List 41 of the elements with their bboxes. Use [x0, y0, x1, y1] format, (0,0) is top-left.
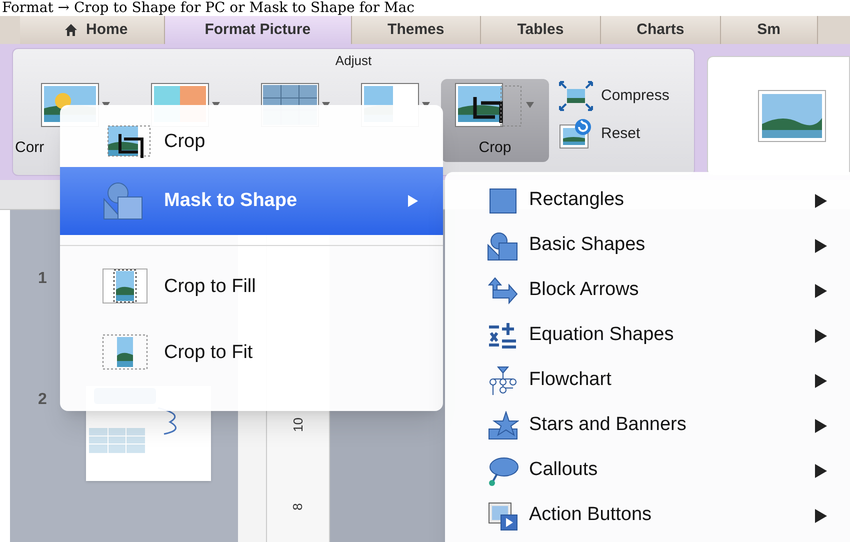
- action-icon: [487, 500, 519, 530]
- tab[interactable]: Themes: [352, 16, 482, 44]
- submenu-item[interactable]: Flowchart: [445, 358, 850, 403]
- caption: Format → Crop to Shape for PC or Mask to Shape for Mac: [2, 0, 414, 16]
- submenu-item[interactable]: Equation Shapes: [445, 313, 850, 358]
- caret-icon: [525, 101, 535, 109]
- home-icon: [64, 23, 78, 37]
- arrows-icon: [487, 276, 519, 306]
- reset-icon: [559, 119, 593, 149]
- picture-tool-icon: [455, 83, 523, 127]
- crop-button[interactable]: Crop: [441, 79, 549, 162]
- menu-item[interactable]: Crop to Fit: [60, 319, 443, 387]
- rect-icon: [487, 186, 519, 216]
- tab[interactable]: Charts: [600, 16, 722, 44]
- menu-item[interactable]: Mask to Shape: [60, 167, 443, 235]
- ruler-label: 10: [289, 418, 306, 432]
- star-icon: [487, 410, 519, 440]
- ruler-label: 8: [289, 502, 306, 510]
- tab[interactable]: Sm: [721, 16, 818, 44]
- tab[interactable]: Format Picture: [164, 16, 352, 44]
- group-title: Adjust: [335, 52, 372, 70]
- compress-icon: [559, 81, 593, 111]
- shapes-icon: [487, 230, 519, 260]
- submenu-item[interactable]: Action Buttons: [445, 493, 850, 538]
- flowchart-icon: [487, 366, 519, 396]
- submenu-item[interactable]: Block Arrows: [445, 268, 850, 313]
- menu-item[interactable]: Crop to Fill: [60, 255, 443, 319]
- landscape-icon: [758, 90, 826, 142]
- tab[interactable]: Home: [20, 16, 165, 44]
- submenu-item[interactable]: Basic Shapes: [445, 223, 850, 268]
- slide-number: 2: [38, 390, 47, 410]
- callout-icon: [487, 456, 519, 486]
- reset-button[interactable]: Reset: [559, 119, 670, 149]
- tab[interactable]: Tables: [481, 16, 601, 44]
- slide-number: 1: [38, 269, 47, 289]
- equation-icon: [487, 320, 519, 350]
- compress-button[interactable]: Compress: [559, 81, 670, 111]
- submenu-item[interactable]: Rectangles: [445, 178, 850, 223]
- submenu-item[interactable]: Stars and Banners: [445, 403, 850, 448]
- menu-item[interactable]: Crop: [60, 117, 443, 167]
- submenu-item[interactable]: Callouts: [445, 448, 850, 493]
